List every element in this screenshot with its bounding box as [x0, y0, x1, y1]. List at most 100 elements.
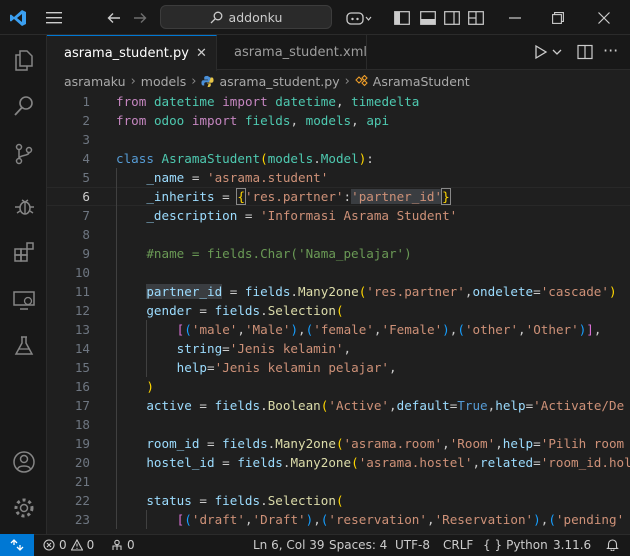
encoding[interactable]: UTF-8 [395, 538, 430, 552]
code-token: fields [222, 436, 268, 451]
code-token: 'Female' [381, 322, 443, 337]
code-line: 4 class AsramaStudent(models.Model): [47, 149, 630, 168]
code-line: 1 from datetime import datetime, timedelt… [47, 92, 630, 111]
code-token: , [472, 455, 481, 470]
code-token: fields [244, 284, 291, 299]
code-token: 'reservation' [328, 512, 427, 527]
source-control-icon[interactable] [11, 141, 37, 167]
extensions-icon[interactable] [11, 239, 37, 265]
code-token: ( [184, 322, 192, 337]
close-icon[interactable] [594, 8, 614, 28]
line-number: 6 [82, 189, 90, 204]
code-token: . [260, 303, 268, 318]
code-token: Selection [267, 493, 336, 508]
tab-label: asrama_student.py [64, 46, 189, 61]
run-python-file-icon[interactable] [534, 44, 548, 60]
toggle-secondary-sidebar-icon[interactable] [442, 8, 462, 28]
code-token: { [236, 188, 246, 205]
language-mode[interactable]: { } Python [483, 538, 548, 552]
code-line: 15 help='Jenis kelamin pelajar', [47, 358, 630, 377]
tab-asrama-student-xml[interactable]: asrama_student.xml [217, 35, 367, 70]
copilot-icon[interactable] [344, 8, 374, 28]
breadcrumb-folder-asramaku[interactable]: asramaku [64, 74, 126, 89]
explorer-icon[interactable] [11, 47, 37, 73]
encoding-text: UTF-8 [395, 538, 430, 552]
code-token: ( [457, 322, 465, 337]
code-token: timedelta [351, 94, 420, 109]
line-number: 21 [74, 474, 90, 489]
notifications-bell-icon[interactable] [606, 538, 619, 551]
code-token: _inherits [146, 189, 215, 204]
manage-gear-icon[interactable] [11, 495, 37, 521]
code-token: models [267, 151, 314, 166]
split-editor-icon[interactable] [577, 44, 593, 60]
code-line: 19 room_id = fields.Many2one('asrama.roo… [47, 434, 630, 453]
code-token: } [441, 188, 451, 205]
code-token: 'Other' [525, 322, 579, 337]
run-and-debug-icon[interactable] [11, 193, 37, 219]
toggle-primary-sidebar-icon[interactable] [392, 8, 412, 28]
line-number: 20 [74, 455, 90, 470]
code-token: fields [244, 113, 291, 128]
code-token: Many2one [290, 455, 352, 470]
code-token: models [305, 113, 352, 128]
tab-close-icon[interactable]: ✕ [196, 46, 207, 61]
line-number: 11 [74, 284, 90, 299]
code-token: = [237, 208, 261, 223]
code-text: active = fields.Boolean('Active',default… [116, 396, 624, 415]
remote-indicator[interactable] [0, 534, 34, 556]
indentation-text: Spaces: 4 [329, 538, 388, 552]
code-token: 'asrama.hostel' [358, 455, 473, 470]
code-token: . [260, 398, 268, 413]
code-editor[interactable]: 1 from datetime import datetime, timedelt… [47, 92, 630, 534]
chevron-right-icon: › [344, 73, 350, 89]
tab-asrama-student-py[interactable]: asrama_student.py ✕ [47, 35, 217, 71]
more-actions-icon[interactable]: ··· [603, 41, 618, 60]
braces-icon: { } [483, 538, 503, 552]
code-token: , [389, 360, 397, 375]
customize-layout-icon[interactable] [466, 8, 486, 28]
code-token: from [116, 113, 147, 128]
back-arrow-icon[interactable] [104, 8, 124, 28]
code-token: , [495, 436, 503, 451]
remote-icon [10, 539, 24, 551]
code-text: from datetime import datetime, timedelta [116, 92, 419, 111]
problems-indicator[interactable]: 0 0 [43, 538, 94, 552]
toggle-panel-icon[interactable] [418, 8, 438, 28]
breadcrumb-folder-models[interactable]: models [141, 74, 186, 89]
code-token: help [176, 360, 208, 375]
class-symbol-icon [355, 75, 368, 87]
line-endings[interactable]: CRLF [443, 538, 473, 552]
menu-icon[interactable] [44, 8, 64, 28]
minimize-icon[interactable] [505, 8, 525, 28]
code-text: _name = 'asrama.student' [116, 168, 328, 187]
search-view-icon[interactable] [11, 93, 37, 119]
code-token: help [502, 436, 534, 451]
testing-icon[interactable] [11, 333, 37, 359]
indentation[interactable]: Spaces: 4 [329, 538, 387, 552]
breadcrumb: asramaku › models › asrama_student.py › … [47, 70, 630, 92]
remote-explorer-icon[interactable] [11, 287, 37, 313]
python-file-icon [201, 75, 214, 87]
code-token: ) [533, 512, 541, 527]
cursor-position[interactable]: Ln 6, Col 39 [253, 538, 325, 552]
command-center-search[interactable]: addonku [160, 5, 332, 29]
accounts-icon[interactable] [11, 449, 37, 475]
ports-count: 0 [127, 538, 135, 552]
code-token: = [191, 398, 215, 413]
forward-arrow-icon[interactable] [130, 8, 150, 28]
chevron-right-icon: › [130, 73, 136, 89]
ports-indicator[interactable]: 0 [111, 538, 135, 552]
cursor-position-text: Ln 6, Col 39 [253, 538, 325, 552]
run-dropdown-chevron-icon[interactable] [552, 48, 562, 56]
breadcrumb-file[interactable]: asrama_student.py [219, 74, 339, 89]
code-token: 'Pilih room [540, 436, 625, 451]
search-icon [210, 11, 222, 23]
line-number: 19 [74, 436, 90, 451]
restore-icon[interactable] [548, 8, 568, 28]
code-line: 11 partner_id = fields.Many2one('res.par… [47, 282, 630, 301]
code-token: 'Activate/De [533, 398, 625, 413]
breadcrumb-symbol[interactable]: AsramaStudent [373, 74, 470, 89]
python-interpreter[interactable]: 3.11.6 [553, 538, 591, 552]
